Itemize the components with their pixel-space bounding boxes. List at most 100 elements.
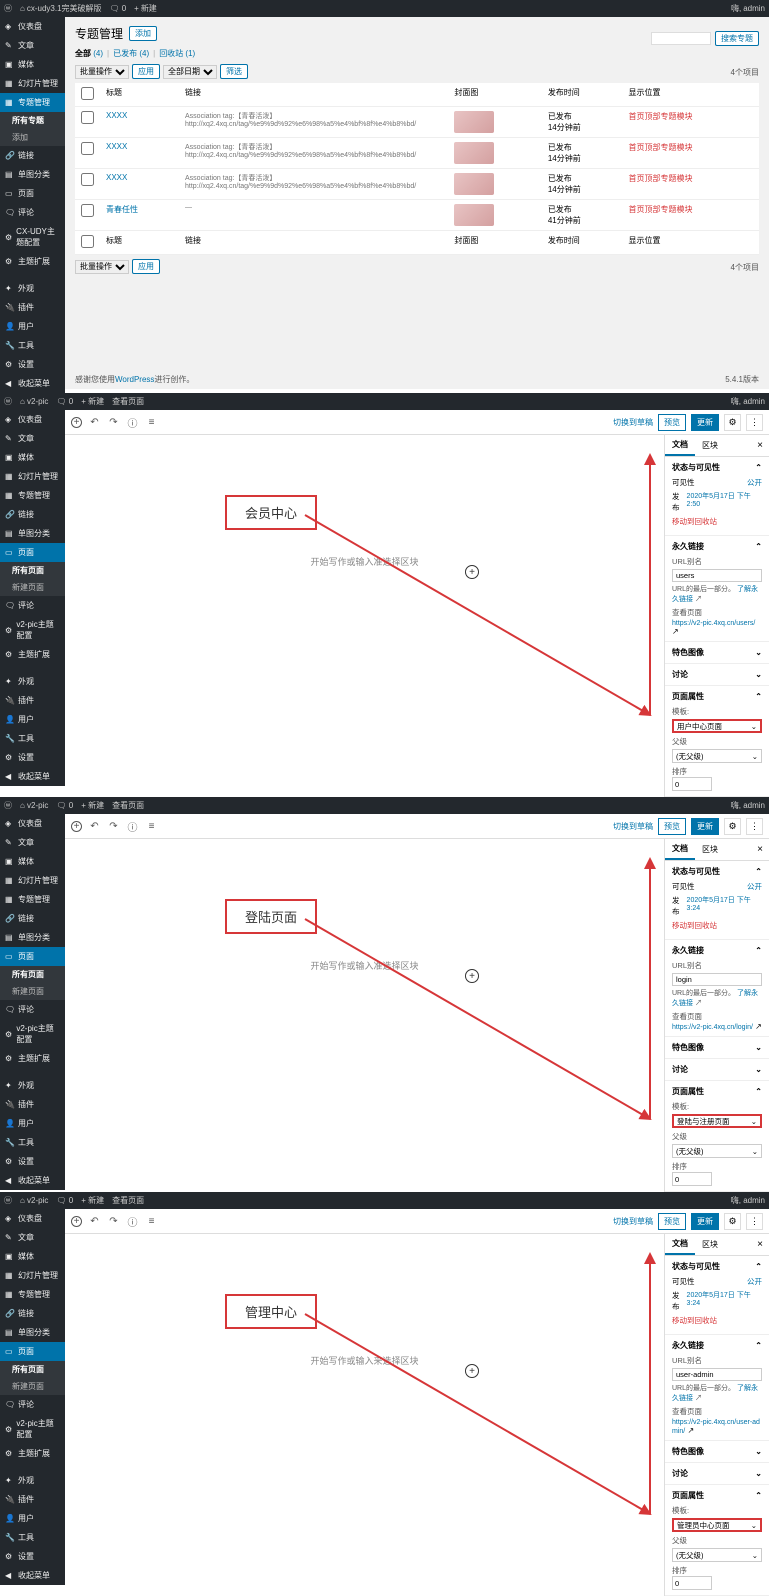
sidebar-item[interactable]: ◈仪表盘 [0,814,65,833]
preview-button[interactable]: 预览 [658,1213,686,1230]
view-page[interactable]: 查看页面 [112,800,144,811]
sidebar-item[interactable]: ⚙设置 [0,748,65,767]
sidebar-item[interactable]: ◈仪表盘 [0,1209,65,1228]
sidebar-subitem[interactable]: 新建页面 [0,579,65,596]
sidebar-item[interactable]: ▤单图分类 [0,165,65,184]
select-all-checkbox-bottom[interactable] [81,235,94,248]
move-trash-link[interactable]: 移动到回收站 [672,1315,717,1326]
user-greet[interactable]: 嗨,admin [731,3,765,14]
sidebar-item[interactable]: ⚙主题扩展 [0,645,65,664]
order-input[interactable] [672,1172,712,1186]
sidebar-item[interactable]: ⚙v2-pic主题配置 [0,1019,65,1049]
sidebar-item[interactable]: ✦外观 [0,1471,65,1490]
content-placeholder[interactable]: 开始写作或输入准选择区块 [85,555,644,568]
new-content[interactable]: + 新建 [134,3,157,14]
site-name[interactable]: ⌂ v2-pic [20,1195,48,1206]
sidebar-item[interactable]: ▦幻灯片管理 [0,1266,65,1285]
visibility-value[interactable]: 公开 [747,1276,762,1287]
view-page-url[interactable]: https://v2-pic.4xq.cn/users/ [672,620,755,627]
wp-logo[interactable]: ⓦ [4,1195,12,1206]
sidebar-item[interactable]: 🔧工具 [0,729,65,748]
content-placeholder[interactable]: 开始写作或输入准选择区块 [85,959,644,972]
publish-value[interactable]: 2020年5月17日 下午3:24 [687,1290,762,1312]
close-inspector-icon[interactable]: × [751,1239,769,1250]
preview-button[interactable]: 预览 [658,414,686,431]
add-block-icon[interactable]: + [71,821,82,832]
sidebar-item[interactable]: ▦幻灯片管理 [0,467,65,486]
sidebar-item[interactable]: ✦外观 [0,1076,65,1095]
comment-count[interactable]: 🗨 0 [56,1195,73,1206]
view-page[interactable]: 查看页面 [112,396,144,407]
col-title[interactable]: 标题 [100,83,179,107]
more-icon[interactable]: ⋮ [746,818,763,835]
permalink-heading[interactable]: 永久链接⌃ [672,541,762,552]
sidebar-item[interactable]: ▣媒体 [0,1247,65,1266]
discussion-heading[interactable]: 讨论⌄ [672,1064,762,1075]
row-checkbox[interactable] [81,173,94,186]
comment-count[interactable]: 🗨 0 [110,3,127,14]
template-select[interactable]: 用户中心页面⌄ [672,719,762,733]
redo-icon[interactable]: ↷ [107,820,120,833]
publish-value[interactable]: 2020年5月17日 下午2:50 [687,491,762,513]
filter-all[interactable]: 全部 (4) [75,48,103,59]
sidebar-item[interactable]: ✎文章 [0,429,65,448]
sidebar-subitem[interactable]: 添加 [0,129,65,146]
row-title[interactable]: XXXX [100,138,179,169]
site-name[interactable]: ⌂ cx-udy3.1完美破解版 [20,3,102,14]
sidebar-item[interactable]: ▭页面 [0,947,65,966]
settings-icon[interactable]: ⚙ [724,818,741,835]
settings-icon[interactable]: ⚙ [724,1213,741,1230]
sidebar-item[interactable]: 🔗链接 [0,505,65,524]
sidebar-item[interactable]: ▦专题管理 [0,93,65,112]
tab-document[interactable]: 文档 [665,1234,695,1255]
page-title-input[interactable]: 登陆页面 [225,899,317,934]
slug-input[interactable] [672,973,762,986]
site-name[interactable]: ⌂ v2-pic [20,396,48,407]
sidebar-item[interactable]: 🔗链接 [0,1304,65,1323]
update-button[interactable]: 更新 [691,818,719,835]
filter-button[interactable]: 筛选 [220,64,248,79]
sidebar-item[interactable]: ⚙设置 [0,355,65,374]
page-title-input[interactable]: 管理中心 [225,1294,317,1329]
sidebar-item[interactable]: ⚙主题扩展 [0,1049,65,1068]
sidebar-item[interactable]: 👤用户 [0,1509,65,1528]
bulk-action-select[interactable]: 批量操作 [75,65,129,79]
sidebar-item[interactable]: 🗨评论 [0,1000,65,1019]
switch-draft-link[interactable]: 切换到草稿 [613,821,653,832]
user-greet[interactable]: 嗨, admin [731,800,765,811]
view-page-url[interactable]: https://v2-pic.4xq.cn/user-admin/ [672,1419,760,1435]
update-button[interactable]: 更新 [691,1213,719,1230]
tab-block[interactable]: 区块 [695,1235,725,1254]
sidebar-item[interactable]: ▦专题管理 [0,1285,65,1304]
row-title[interactable]: XXXX [100,169,179,200]
slug-input[interactable] [672,569,762,582]
row-checkbox[interactable] [81,142,94,155]
status-heading[interactable]: 状态与可见性⌃ [672,866,762,877]
info-icon[interactable]: ⓘ [126,416,139,429]
featured-image-heading[interactable]: 特色图像⌄ [672,647,762,658]
visibility-value[interactable]: 公开 [747,881,762,892]
sidebar-item[interactable]: 🗨评论 [0,596,65,615]
sidebar-item[interactable]: 🔧工具 [0,1133,65,1152]
sidebar-item[interactable]: 🗨评论 [0,1395,65,1414]
move-trash-link[interactable]: 移动到回收站 [672,516,717,527]
wp-logo[interactable]: ⓦ [4,3,12,14]
discussion-heading[interactable]: 讨论⌄ [672,669,762,680]
wp-logo[interactable]: ⓦ [4,396,12,407]
wp-logo[interactable]: ⓦ [4,800,12,811]
sidebar-item[interactable]: ▣媒体 [0,55,65,74]
discussion-heading[interactable]: 讨论⌄ [672,1468,762,1479]
sidebar-item[interactable]: 🔌插件 [0,1095,65,1114]
sidebar-item[interactable]: 👤用户 [0,1114,65,1133]
filter-trash[interactable]: 回收站 (1) [159,48,195,59]
redo-icon[interactable]: ↷ [107,1215,120,1228]
outline-icon[interactable]: ≡ [145,416,158,429]
permalink-heading[interactable]: 永久链接⌃ [672,1340,762,1351]
move-trash-link[interactable]: 移动到回收站 [672,920,717,931]
select-all-checkbox[interactable] [81,87,94,100]
sidebar-item[interactable]: ▦幻灯片管理 [0,74,65,93]
sidebar-item[interactable]: ✦外观 [0,672,65,691]
page-attributes-heading[interactable]: 页面属性⌃ [672,1490,762,1501]
sidebar-item[interactable]: ◀收起菜单 [0,1171,65,1190]
page-attributes-heading[interactable]: 页面属性⌃ [672,1086,762,1097]
